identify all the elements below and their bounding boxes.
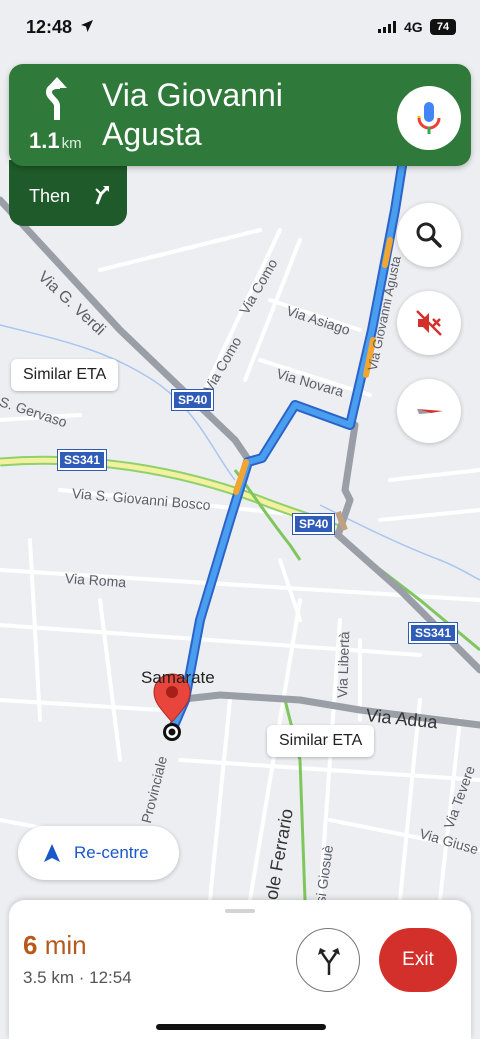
road-shield: SS341 — [56, 449, 108, 471]
exit-navigation-button[interactable]: Exit — [379, 928, 457, 992]
re-centre-label: Re-centre — [74, 843, 149, 862]
network-type: 4G — [404, 19, 423, 35]
distance-unit: km — [61, 135, 82, 152]
distance-value: 1.1 — [29, 128, 60, 153]
fork-right-icon — [95, 186, 109, 205]
status-time: 12:48 — [26, 17, 73, 37]
keep-straight-icon — [45, 77, 67, 120]
navigation-banner[interactable]: 1.1 km Via Giovanni Agusta — [9, 64, 471, 166]
sound-off-icon — [416, 310, 442, 336]
maneuver-distance: 1.1 km — [29, 128, 82, 154]
trip-summary-sheet[interactable]: 6 min 3.5 km · 12:54 Exit — [9, 900, 471, 1039]
mute-button[interactable] — [397, 291, 461, 355]
compass-icon — [417, 409, 443, 414]
search-button[interactable] — [397, 203, 461, 267]
trip-summary: 3.5 km · 12:54 — [23, 968, 132, 987]
then-maneuver-panel[interactable]: Then — [9, 160, 127, 226]
voice-search-button[interactable] — [397, 86, 461, 150]
location-arrow-icon — [81, 20, 93, 32]
similar-eta-callout[interactable]: Similar ETA — [267, 725, 375, 757]
battery-icon: 74 — [430, 19, 456, 35]
search-icon — [416, 222, 442, 248]
road-shield: SP40 — [170, 389, 215, 411]
duration-value: 6 — [23, 930, 38, 960]
microphone-icon — [417, 102, 441, 134]
home-indicator[interactable] — [156, 1024, 326, 1030]
street-line-1: Via Giovanni — [102, 77, 283, 113]
maneuver-street: Via Giovanni Agusta — [102, 76, 392, 154]
route-options-icon — [318, 948, 340, 975]
cellular-signal-icon — [378, 21, 396, 33]
current-location-marker — [163, 723, 181, 741]
similar-eta-callout[interactable]: Similar ETA — [11, 359, 119, 391]
alternate-routes-button[interactable] — [296, 928, 360, 992]
road-shield: SP40 — [291, 513, 336, 535]
road-shield: SS341 — [407, 622, 459, 644]
status-bar: 12:48 4G 74 — [0, 0, 480, 52]
then-label: Then — [29, 186, 71, 206]
compass-button[interactable] — [397, 379, 461, 443]
duration-unit: min — [44, 930, 87, 960]
street-line-2: Agusta — [102, 116, 202, 152]
re-centre-button[interactable]: Re-centre — [18, 826, 179, 880]
navigation-arrow-icon — [44, 844, 60, 862]
street-label: Via Libertà — [334, 631, 353, 699]
drag-handle[interactable] — [225, 909, 255, 913]
town-label: Samarate — [141, 668, 215, 687]
trip-duration: 6 min — [23, 930, 87, 961]
